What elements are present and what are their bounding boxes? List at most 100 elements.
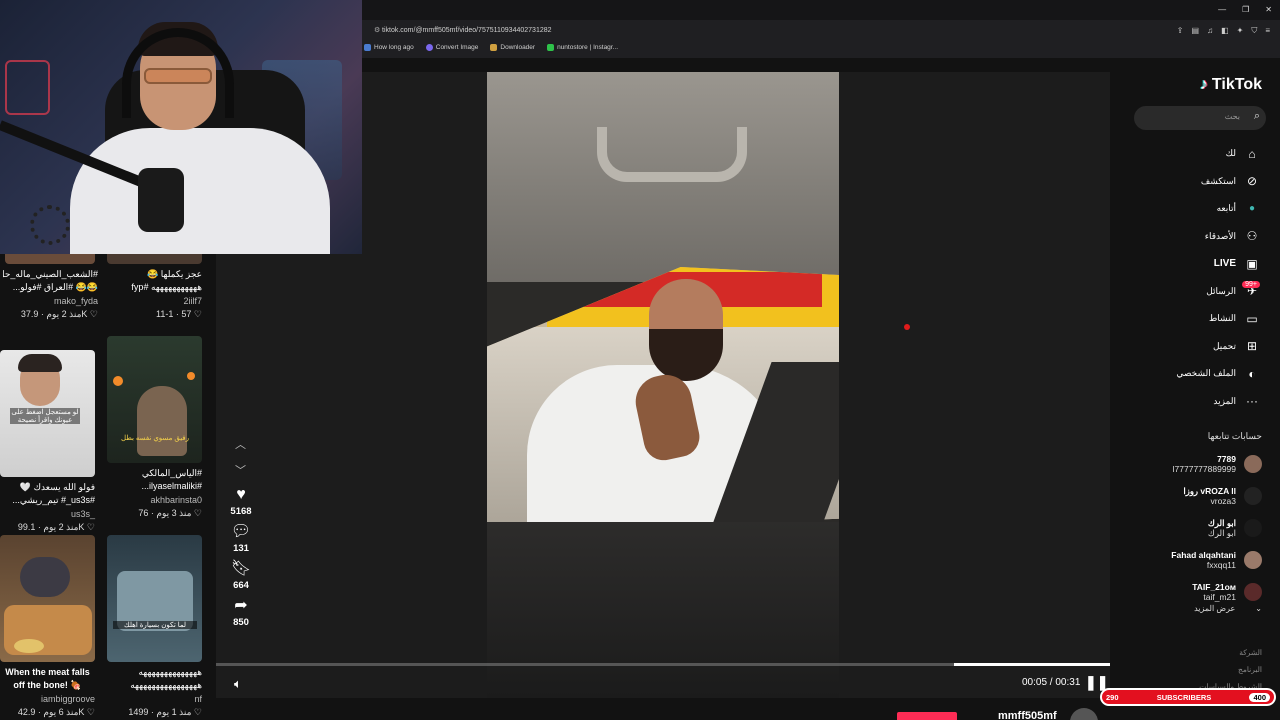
feed-title: عجز يكملها 😂هههههههههههه #fyp #الكفر_ليق… bbox=[131, 269, 202, 292]
sidebar-item-profile[interactable]: الملف الشخصي ◐ bbox=[1110, 360, 1280, 388]
feed-card[interactable]: When the meat falls off the bone! 🍖 iamb… bbox=[0, 535, 95, 718]
sidebar-item-following[interactable]: أتابعه ● bbox=[1110, 195, 1280, 223]
webcam-overlay bbox=[0, 0, 362, 254]
video-time: 00:05 / 00:31 bbox=[1022, 677, 1081, 688]
following-account[interactable]: ابو الرك ابو الرك bbox=[1110, 512, 1280, 544]
author-avatar[interactable] bbox=[1070, 708, 1098, 720]
url-text[interactable]: tiktok.com/@mmff505mf/video/757511093440… bbox=[382, 27, 552, 34]
heart-outline-icon: ♡ bbox=[193, 309, 202, 319]
address-bar[interactable]: ⚙ tiktok.com/@mmff505mf/video/7575110934… bbox=[368, 22, 1270, 38]
subscriber-count: 290 bbox=[1106, 692, 1119, 702]
sidebar-item-upload[interactable]: تحميل ⊞ bbox=[1110, 333, 1280, 361]
feed-meta: منذ 1 يوم · 1499 ♡ bbox=[128, 707, 202, 717]
sidebar-item-explore[interactable]: استكشف ⊘ bbox=[1110, 168, 1280, 196]
menu-icon[interactable]: ≡ bbox=[1265, 26, 1270, 36]
video-progress-bar[interactable] bbox=[216, 663, 1110, 666]
compass-icon: ⊘ bbox=[1246, 174, 1258, 189]
sidebar-item-for-you[interactable]: لك ⌂ bbox=[1110, 140, 1280, 168]
restore-icon[interactable]: ❐ bbox=[1242, 5, 1249, 14]
feed-meta: منذ 6 يوم · 42.9K ♡ bbox=[17, 707, 95, 717]
shield-icon[interactable]: ⛉ bbox=[1251, 26, 1257, 36]
sidebar-item-more[interactable]: المزيد ··· bbox=[1110, 388, 1280, 416]
footer-link[interactable]: البرنامج bbox=[1199, 661, 1262, 678]
feed-author[interactable]: mako_fyda bbox=[3, 296, 98, 306]
subscriber-goal: 400 bbox=[1249, 692, 1270, 702]
feed-thumb-partial[interactable] bbox=[5, 254, 95, 264]
footer-link[interactable]: الشركة bbox=[1199, 644, 1262, 661]
video-author[interactable]: mmff505mf bbox=[998, 710, 1057, 720]
home-icon: ⌂ bbox=[1248, 146, 1256, 161]
site-info-icon[interactable]: ⚙ bbox=[374, 26, 380, 34]
heart-outline-icon: ♡ bbox=[193, 707, 202, 717]
chevron-up-icon[interactable]: ︿ bbox=[235, 436, 246, 452]
bookmark-icon: 🔖︎ bbox=[230, 560, 252, 577]
feed-thumbnail[interactable]: لما تكون بسيارة اهلك bbox=[107, 535, 202, 662]
thumb-person bbox=[20, 557, 70, 597]
thumb-person bbox=[137, 386, 187, 456]
feed-author[interactable]: us3s_ bbox=[0, 509, 95, 519]
feed-thumb-partial[interactable] bbox=[107, 254, 202, 264]
cursor-indicator bbox=[904, 324, 910, 330]
close-icon[interactable]: ✕ bbox=[1265, 5, 1272, 14]
feed-card[interactable]: لما تكون بسيارة اهلك ههههههههههههههه ههه… bbox=[107, 535, 202, 718]
puzzle-icon[interactable]: ✦ bbox=[1237, 26, 1244, 36]
feed-author[interactable]: nf bbox=[107, 694, 202, 704]
feed-thumbnail[interactable]: رفيق مسوي نفسه بطل bbox=[107, 336, 202, 463]
bookmark-icon bbox=[490, 43, 498, 51]
sidebar-icon[interactable]: ◧ bbox=[1221, 26, 1229, 36]
feed-card[interactable]: عجز يكملها 😂هههههههههههه #fyp #الكفر_ليق… bbox=[107, 264, 202, 320]
friends-icon: ⚇ bbox=[1246, 229, 1258, 244]
search-icon[interactable]: ⌕ bbox=[1254, 110, 1260, 123]
search-input[interactable]: بحث ⌕ bbox=[1134, 106, 1266, 130]
heart-icon: ♥ bbox=[236, 486, 246, 503]
comment-button[interactable]: 💬︎ 131 bbox=[231, 523, 251, 554]
feed-author[interactable]: iambiggroove bbox=[0, 694, 95, 704]
feed-card[interactable]: #الشعب_الصيني_ماله_حل 😂😂 #العراق #فولو..… bbox=[3, 264, 98, 320]
following-account[interactable]: روزا vROZA ll vroza3 bbox=[1110, 480, 1280, 512]
thumb-hair bbox=[18, 354, 62, 372]
feed-thumbnail[interactable] bbox=[0, 535, 95, 662]
bookmark-icon bbox=[547, 43, 555, 51]
sidebar-item-friends[interactable]: الأصدقاء ⚇ bbox=[1110, 223, 1280, 251]
thumb-overlay-text: لو مستعجل اضغط على عيونك واقرأ نصيحة bbox=[10, 408, 80, 424]
avatar bbox=[1244, 487, 1262, 505]
extension-toolbar: ⇪ ▤ ♫ ◧ ✦ ⛉ ≡ bbox=[1177, 26, 1270, 36]
bookmark-downloader[interactable]: Downloader bbox=[490, 43, 535, 51]
action-bar: ♥ 5168 💬︎ 131 🔖︎ 664 ➦ 850 bbox=[226, 486, 256, 634]
thumb-overlay-text: لما تكون بسيارة اهلك bbox=[113, 621, 197, 629]
heart-outline-icon: ♡ bbox=[193, 508, 202, 518]
bookmark-convert-image[interactable]: Convert Image bbox=[425, 43, 478, 51]
video-player[interactable] bbox=[487, 72, 839, 698]
chevron-down-icon[interactable]: ﹀ bbox=[235, 462, 246, 478]
feed-card[interactable]: رفيق مسوي نفسه بطل #الياس_المالكي #ilyas… bbox=[107, 336, 202, 519]
minimize-icon[interactable]: — bbox=[1218, 5, 1226, 14]
share-icon[interactable]: ⇪ bbox=[1177, 26, 1184, 36]
following-list: 7789 l7777777889999 روزا vROZA ll vroza3 ا… bbox=[1110, 448, 1280, 608]
like-button[interactable]: ♥ 5168 bbox=[230, 486, 251, 517]
feed-thumbnail[interactable]: لو مستعجل اضغط على عيونك واقرأ نصيحة bbox=[0, 350, 95, 477]
grab-handle bbox=[597, 127, 747, 182]
feed-author[interactable]: akhbarinsta0 bbox=[107, 495, 202, 505]
music-icon[interactable]: ♫ bbox=[1207, 26, 1213, 36]
search-placeholder: بحث bbox=[1224, 112, 1240, 121]
volume-icon[interactable]: 🔈︎ bbox=[234, 676, 242, 692]
bookmark-how-long-ago[interactable]: How long ago bbox=[364, 43, 414, 51]
tiktok-note-icon: ♪ bbox=[1199, 76, 1208, 93]
upload-icon: ⊞ bbox=[1246, 339, 1258, 354]
see-more-button[interactable]: عرض المزيد ⌄ bbox=[1194, 604, 1262, 613]
following-account[interactable]: 7789 l7777777889999 bbox=[1110, 448, 1280, 480]
follow-button[interactable] bbox=[897, 712, 957, 720]
sidebar-item-live[interactable]: LIVE ▣ bbox=[1110, 250, 1280, 278]
share-button[interactable]: ➦ 850 bbox=[233, 597, 249, 628]
save-button[interactable]: 🔖︎ 664 bbox=[231, 560, 251, 591]
bookmark-instagram[interactable]: nuntostore | Instagr... bbox=[547, 43, 618, 51]
feed-author[interactable]: 2iilf7 bbox=[107, 296, 202, 306]
sidebar-item-messages[interactable]: الرسائل ✈ 99+ bbox=[1110, 278, 1280, 306]
feed-card[interactable]: لو مستعجل اضغط على عيونك واقرأ نصيحة فول… bbox=[0, 350, 95, 533]
following-account[interactable]: Fahad alqahtani fxxqq11 bbox=[1110, 544, 1280, 576]
extension-icon[interactable]: ▤ bbox=[1192, 26, 1200, 36]
tiktok-logo[interactable]: ♪ TikTok bbox=[1200, 76, 1262, 94]
sidebar-item-activity[interactable]: النشاط ▭ bbox=[1110, 305, 1280, 333]
feed-title: #الياس_المالكي #ilyaselmaliki... bbox=[141, 468, 202, 491]
feed-meta: منذ 2 يوم · 37.9K ♡ bbox=[20, 309, 98, 319]
